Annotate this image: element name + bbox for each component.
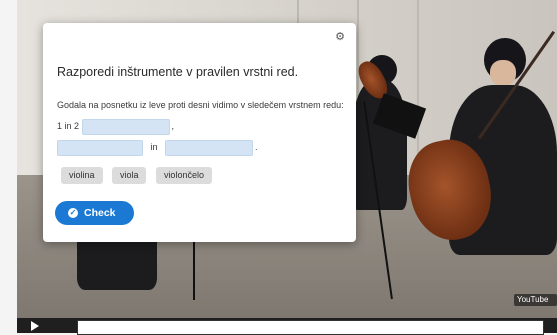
- play-icon[interactable]: [31, 321, 39, 331]
- option-chips: violina viola violončelo: [61, 165, 217, 184]
- answer-blank-1[interactable]: [81, 118, 170, 135]
- answer-blank-3[interactable]: [165, 139, 254, 156]
- check-button[interactable]: ✓ Check: [55, 201, 134, 225]
- option-violoncelo[interactable]: violončelo: [155, 167, 212, 184]
- question-title: Razporedi inštrumente v pravilen vrstni …: [57, 65, 299, 79]
- answer-blank-2[interactable]: [57, 139, 143, 156]
- check-circle-icon: ✓: [68, 208, 78, 218]
- gear-icon[interactable]: ⚙: [335, 32, 345, 43]
- question-end: .: [255, 142, 258, 152]
- option-violina[interactable]: violina: [61, 167, 103, 184]
- check-label: Check: [84, 207, 116, 219]
- youtube-logo[interactable]: YouTube: [514, 294, 557, 306]
- connector-text: in: [150, 142, 158, 152]
- question-text: Godala na posnetku iz leve proti desni v…: [57, 95, 349, 158]
- quiz-dialog: ⚙ Razporedi inštrumente v pravilen vrstn…: [43, 23, 356, 242]
- cellist-face: [490, 60, 516, 86]
- option-viola[interactable]: viola: [111, 167, 147, 184]
- comma: ,: [171, 121, 175, 131]
